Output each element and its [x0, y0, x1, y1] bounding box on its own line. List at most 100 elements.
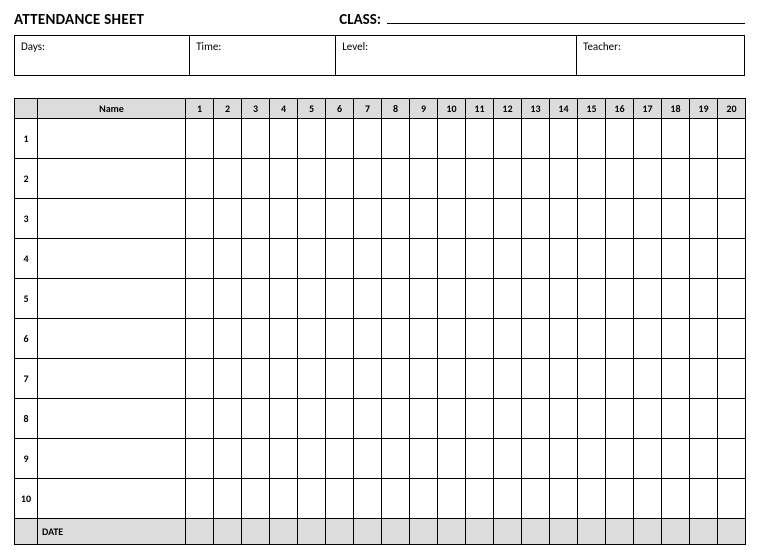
- name-cell[interactable]: [38, 319, 186, 359]
- attendance-cell[interactable]: [410, 279, 438, 319]
- attendance-cell[interactable]: [270, 199, 298, 239]
- date-cell[interactable]: [298, 519, 326, 545]
- attendance-cell[interactable]: [578, 319, 606, 359]
- date-cell[interactable]: [270, 519, 298, 545]
- attendance-cell[interactable]: [382, 359, 410, 399]
- attendance-cell[interactable]: [550, 279, 578, 319]
- attendance-cell[interactable]: [214, 199, 242, 239]
- attendance-cell[interactable]: [578, 359, 606, 399]
- attendance-cell[interactable]: [634, 399, 662, 439]
- attendance-cell[interactable]: [214, 439, 242, 479]
- date-cell[interactable]: [186, 519, 214, 545]
- attendance-cell[interactable]: [662, 359, 690, 399]
- attendance-cell[interactable]: [522, 319, 550, 359]
- attendance-cell[interactable]: [634, 119, 662, 159]
- date-cell[interactable]: [382, 519, 410, 545]
- date-cell[interactable]: [550, 519, 578, 545]
- attendance-cell[interactable]: [466, 119, 494, 159]
- attendance-cell[interactable]: [690, 359, 718, 399]
- attendance-cell[interactable]: [606, 239, 634, 279]
- attendance-cell[interactable]: [354, 439, 382, 479]
- attendance-cell[interactable]: [494, 359, 522, 399]
- attendance-cell[interactable]: [494, 399, 522, 439]
- attendance-cell[interactable]: [550, 479, 578, 519]
- attendance-cell[interactable]: [382, 399, 410, 439]
- attendance-cell[interactable]: [718, 359, 746, 399]
- attendance-cell[interactable]: [690, 119, 718, 159]
- attendance-cell[interactable]: [382, 239, 410, 279]
- attendance-cell[interactable]: [606, 359, 634, 399]
- attendance-cell[interactable]: [242, 239, 270, 279]
- name-cell[interactable]: [38, 439, 186, 479]
- attendance-cell[interactable]: [550, 159, 578, 199]
- attendance-cell[interactable]: [298, 439, 326, 479]
- attendance-cell[interactable]: [326, 359, 354, 399]
- attendance-cell[interactable]: [522, 399, 550, 439]
- attendance-cell[interactable]: [214, 319, 242, 359]
- attendance-cell[interactable]: [186, 399, 214, 439]
- attendance-cell[interactable]: [494, 479, 522, 519]
- attendance-cell[interactable]: [298, 479, 326, 519]
- attendance-cell[interactable]: [242, 319, 270, 359]
- attendance-cell[interactable]: [494, 439, 522, 479]
- attendance-cell[interactable]: [522, 199, 550, 239]
- attendance-cell[interactable]: [186, 359, 214, 399]
- attendance-cell[interactable]: [298, 359, 326, 399]
- attendance-cell[interactable]: [242, 199, 270, 239]
- attendance-cell[interactable]: [326, 119, 354, 159]
- date-cell[interactable]: [718, 519, 746, 545]
- attendance-cell[interactable]: [270, 159, 298, 199]
- attendance-cell[interactable]: [606, 199, 634, 239]
- attendance-cell[interactable]: [410, 199, 438, 239]
- attendance-cell[interactable]: [494, 279, 522, 319]
- attendance-cell[interactable]: [298, 399, 326, 439]
- attendance-cell[interactable]: [326, 319, 354, 359]
- attendance-cell[interactable]: [718, 399, 746, 439]
- attendance-cell[interactable]: [298, 239, 326, 279]
- attendance-cell[interactable]: [354, 359, 382, 399]
- attendance-cell[interactable]: [410, 159, 438, 199]
- date-cell[interactable]: [326, 519, 354, 545]
- attendance-cell[interactable]: [690, 159, 718, 199]
- attendance-cell[interactable]: [354, 479, 382, 519]
- attendance-cell[interactable]: [186, 479, 214, 519]
- attendance-cell[interactable]: [494, 119, 522, 159]
- attendance-cell[interactable]: [186, 279, 214, 319]
- attendance-cell[interactable]: [606, 439, 634, 479]
- attendance-cell[interactable]: [634, 439, 662, 479]
- attendance-cell[interactable]: [578, 439, 606, 479]
- attendance-cell[interactable]: [718, 199, 746, 239]
- attendance-cell[interactable]: [662, 199, 690, 239]
- attendance-cell[interactable]: [550, 119, 578, 159]
- class-input-line[interactable]: [387, 10, 745, 24]
- attendance-cell[interactable]: [186, 159, 214, 199]
- attendance-cell[interactable]: [242, 399, 270, 439]
- attendance-cell[interactable]: [466, 159, 494, 199]
- attendance-cell[interactable]: [382, 479, 410, 519]
- attendance-cell[interactable]: [354, 239, 382, 279]
- date-cell[interactable]: [606, 519, 634, 545]
- attendance-cell[interactable]: [606, 279, 634, 319]
- date-cell[interactable]: [522, 519, 550, 545]
- attendance-cell[interactable]: [718, 319, 746, 359]
- attendance-cell[interactable]: [438, 239, 466, 279]
- attendance-cell[interactable]: [242, 279, 270, 319]
- attendance-cell[interactable]: [550, 319, 578, 359]
- info-time-cell[interactable]: Time:: [190, 36, 336, 76]
- attendance-cell[interactable]: [606, 479, 634, 519]
- attendance-cell[interactable]: [662, 439, 690, 479]
- attendance-cell[interactable]: [186, 239, 214, 279]
- attendance-cell[interactable]: [550, 199, 578, 239]
- name-cell[interactable]: [38, 199, 186, 239]
- date-cell[interactable]: [242, 519, 270, 545]
- attendance-cell[interactable]: [466, 399, 494, 439]
- attendance-cell[interactable]: [298, 119, 326, 159]
- date-cell[interactable]: [410, 519, 438, 545]
- attendance-cell[interactable]: [410, 399, 438, 439]
- attendance-cell[interactable]: [522, 239, 550, 279]
- info-days-cell[interactable]: Days:: [15, 36, 190, 76]
- attendance-cell[interactable]: [242, 479, 270, 519]
- attendance-cell[interactable]: [438, 399, 466, 439]
- attendance-cell[interactable]: [718, 119, 746, 159]
- attendance-cell[interactable]: [578, 399, 606, 439]
